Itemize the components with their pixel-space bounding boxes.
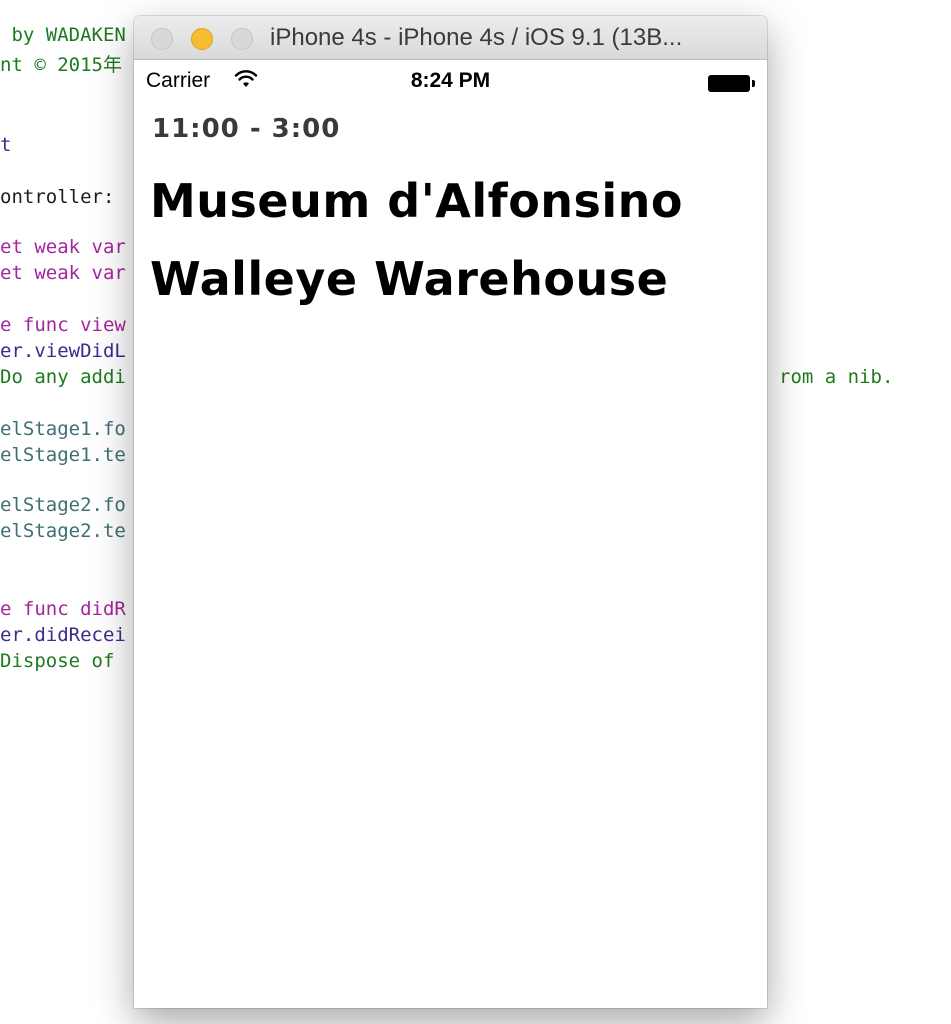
code-line: elStage1.te [0, 444, 126, 466]
code-line: Dispose of [0, 650, 126, 672]
code-line: elStage2.fo [0, 494, 126, 516]
code-line: er.didRecei [0, 624, 126, 646]
code-line: elStage2.te [0, 520, 126, 542]
window-title: iPhone 4s - iPhone 4s / iOS 9.1 (13B... [270, 24, 683, 51]
code-line: e func view [0, 314, 126, 336]
code-line: ontroller: [0, 186, 115, 208]
code-line: t [0, 134, 12, 156]
zoom-button[interactable] [231, 28, 253, 50]
code-line-overflow: rom a nib. [779, 366, 894, 388]
ios-status-bar: Carrier 8:24 PM [134, 60, 767, 98]
code-line: Do any addi [0, 366, 126, 388]
status-time: 8:24 PM [410, 69, 491, 92]
code-line: nt © 2015年 [0, 54, 122, 76]
code-line: by WADAKEN [0, 24, 126, 46]
close-button[interactable] [151, 28, 173, 50]
code-line: et weak var [0, 236, 126, 258]
stage1-label: Museum d'Alfonsino [150, 174, 684, 228]
window-titlebar[interactable]: iPhone 4s - iPhone 4s / iOS 9.1 (13B... [134, 16, 767, 60]
code-line: et weak var [0, 262, 126, 284]
code-line: elStage1.fo [0, 418, 126, 440]
minimize-button[interactable] [191, 28, 213, 50]
stage2-label: Walleye Warehouse [150, 252, 669, 306]
code-line: e func didR [0, 598, 126, 620]
stage-time-label: 11:00 - 3:00 [152, 114, 341, 144]
simulator-window[interactable]: iPhone 4s - iPhone 4s / iOS 9.1 (13B... … [134, 16, 767, 1008]
battery-icon [708, 75, 755, 92]
code-line: er.viewDidL [0, 340, 126, 362]
